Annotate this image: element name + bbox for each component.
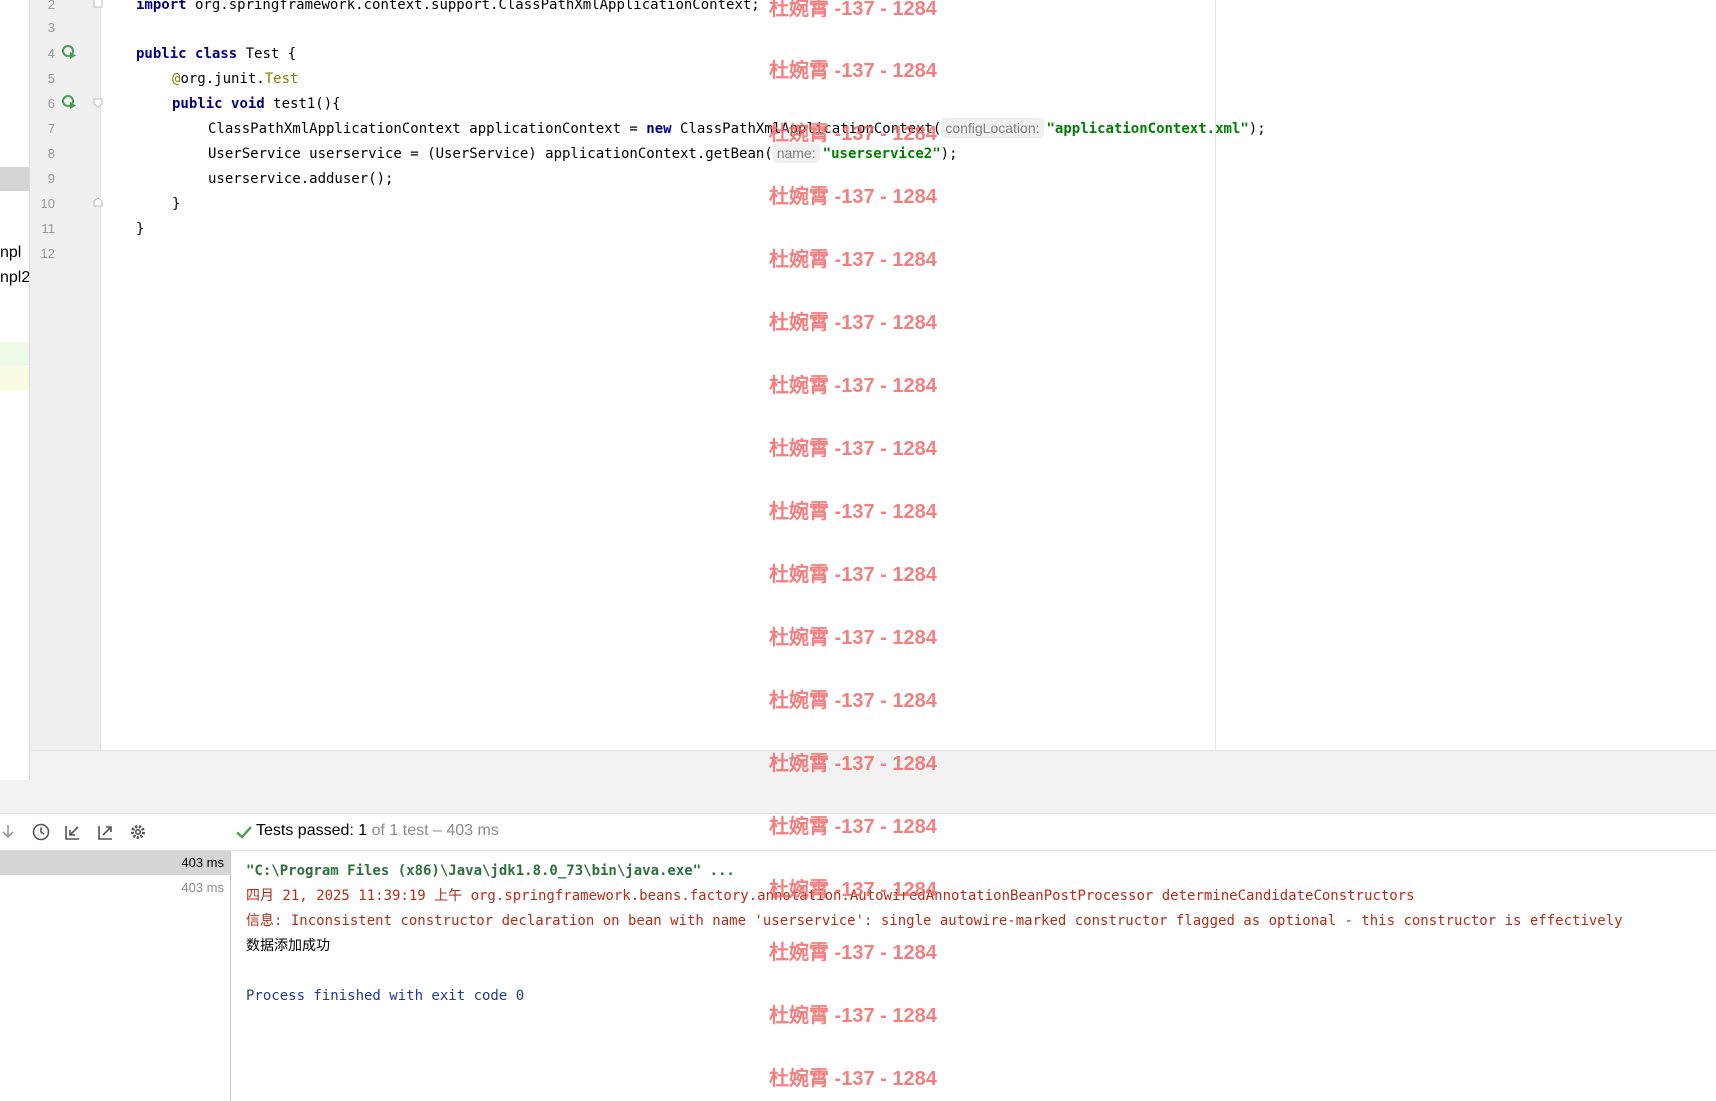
- code-token: ClassPathXmlApplicationContext applicati…: [208, 121, 647, 137]
- fold-marker-icon[interactable]: [93, 197, 103, 207]
- code-token: class: [195, 46, 238, 62]
- code-line[interactable]: UserService userservice = (UserService) …: [208, 143, 958, 165]
- tests-passed-check-icon: [236, 826, 252, 839]
- line-number: 5: [47, 71, 55, 86]
- scroll-down-icon[interactable]: [0, 822, 20, 842]
- test-tree-row[interactable]: 403 ms: [0, 876, 230, 900]
- console-line: 四月 21, 2025 11:39:19 上午 org.springframew…: [246, 888, 1415, 904]
- code-token: ClassPathXmlApplicationContext(: [671, 121, 942, 137]
- right-margin-guide: [1215, 0, 1216, 750]
- export-tests-icon[interactable]: [96, 822, 116, 842]
- line-number: 12: [40, 246, 55, 261]
- test-tree-row[interactable]: 403 ms: [0, 851, 230, 875]
- project-tree-row-highlight[interactable]: [0, 367, 29, 391]
- code-token: UserService userservice = (UserService) …: [208, 146, 773, 162]
- project-tree-selected-row[interactable]: [0, 167, 29, 191]
- line-number: 6: [47, 96, 55, 111]
- code-line[interactable]: public class Test {: [136, 43, 296, 65]
- code-token: void: [231, 96, 265, 112]
- line-number: 11: [41, 221, 56, 236]
- code-line[interactable]: public void test1(){: [172, 93, 341, 115]
- run-tool-window-header: [0, 780, 1716, 814]
- code-token: );: [940, 146, 958, 162]
- settings-gear-icon[interactable]: [128, 822, 148, 842]
- code-token: public: [136, 46, 187, 62]
- code-editor[interactable]: 2 3 4 5 6 7 8 9 10 11 12 import org.spri…: [30, 0, 1716, 781]
- history-icon[interactable]: [31, 822, 51, 842]
- code-token: Test {: [237, 46, 297, 62]
- code-token: org.junit.: [180, 71, 265, 87]
- tests-status-prefix: Tests passed:: [256, 822, 354, 839]
- code-token: test1(){: [264, 96, 341, 112]
- console-line: "C:\Program Files (x86)\Java\jdk1.8.0_73…: [246, 863, 735, 879]
- code-string: "userservice2": [822, 146, 941, 162]
- code-token: new: [646, 121, 672, 137]
- project-tree-row-highlight[interactable]: [0, 342, 29, 366]
- tests-status-label: Tests passed: 1 of 1 test – 403 ms: [256, 822, 499, 840]
- line-number: 4: [47, 46, 55, 61]
- parameter-hint: name:: [772, 143, 820, 163]
- fold-marker-icon[interactable]: [93, 98, 103, 108]
- line-number: 10: [40, 196, 55, 211]
- code-token: org.springframework.context.support.Clas…: [186, 0, 760, 13]
- code-line[interactable]: }: [136, 218, 144, 240]
- tests-status-count: 1: [358, 822, 368, 839]
- test-duration: 403 ms: [181, 880, 224, 895]
- editor-bottom-bar: [30, 750, 1716, 781]
- test-duration: 403 ms: [181, 855, 224, 870]
- import-tests-icon[interactable]: [63, 822, 83, 842]
- line-number: 7: [47, 121, 55, 136]
- editor-gutter: 2 3 4 5 6 7 8 9 10 11 12: [30, 0, 103, 750]
- code-token: Test: [264, 71, 299, 87]
- console-line: Process finished with exit code 0: [246, 988, 525, 1004]
- fold-marker-icon[interactable]: [93, 0, 103, 8]
- code-line[interactable]: @org.junit.Test: [172, 68, 298, 90]
- code-line[interactable]: }: [172, 193, 180, 215]
- console-output[interactable]: "C:\Program Files (x86)\Java\jdk1.8.0_73…: [231, 851, 1716, 1101]
- code-string: "applicationContext.xml": [1046, 121, 1249, 137]
- parameter-hint: configLocation:: [941, 118, 1044, 138]
- code-token: public: [172, 96, 223, 112]
- code-token: import: [136, 0, 187, 13]
- run-test-icon[interactable]: [61, 94, 77, 110]
- tests-status-detail: of 1 test – 403 ms: [371, 822, 499, 839]
- project-tree-panel: npl npl2: [0, 0, 30, 780]
- code-token: );: [1248, 121, 1266, 137]
- line-number: 9: [47, 171, 55, 186]
- code-line[interactable]: ClassPathXmlApplicationContext applicati…: [208, 118, 1266, 140]
- line-number: 3: [47, 20, 55, 35]
- run-test-icon[interactable]: [61, 44, 77, 60]
- code-line[interactable]: import org.springframework.context.suppo…: [136, 0, 760, 16]
- line-number: 2: [47, 0, 55, 12]
- console-line: 数据添加成功: [246, 938, 330, 954]
- line-number: 8: [47, 146, 55, 161]
- project-tree-item[interactable]: npl: [0, 244, 21, 262]
- console-line: 信息: Inconsistent constructor declaration…: [246, 913, 1623, 929]
- project-tree-item[interactable]: npl2: [0, 269, 29, 287]
- test-results-tree: 403 ms 403 ms: [0, 851, 231, 1101]
- code-line[interactable]: userservice.adduser();: [208, 168, 393, 190]
